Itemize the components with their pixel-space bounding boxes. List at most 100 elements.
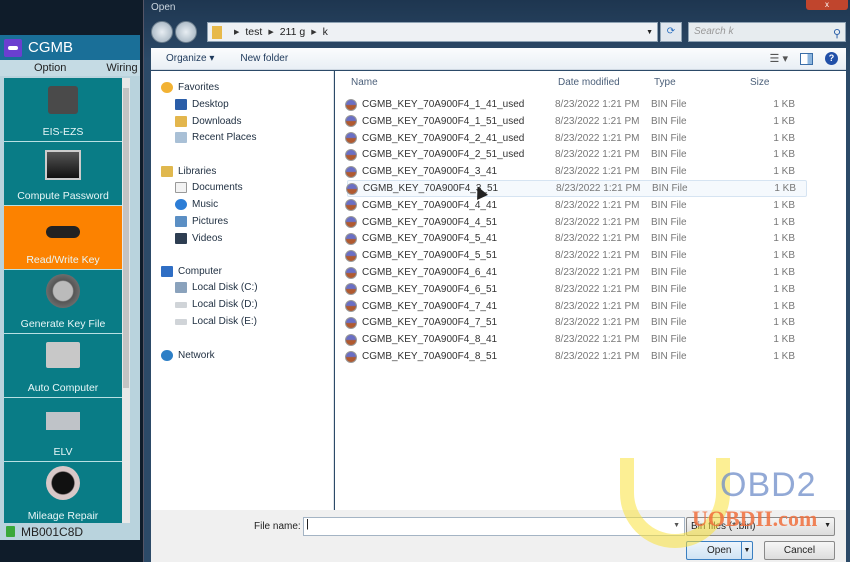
file-row[interactable]: CGMB_KEY_70A900F4_3_51 8/23/2022 1:21 PM B… (346, 180, 807, 197)
tab-wiring[interactable]: Wiring (66, 62, 137, 74)
file-row[interactable]: CGMB_KEY_70A900F4_1_41_used 8/23/2022 1:2… (345, 96, 807, 113)
scrollbar-thumb[interactable] (123, 88, 129, 388)
preview-pane-icon[interactable] (800, 52, 813, 65)
nav-desktop[interactable]: Desktop (175, 99, 229, 110)
chevron-right-icon[interactable]: ▶ (234, 28, 239, 36)
open-file-dialog: Open x ▶ test ▶ 211 g ▶ k ▼ ⟳ Search k ⚲… (143, 0, 850, 562)
chevron-down-icon[interactable]: ▼ (824, 522, 831, 529)
file-row[interactable]: CGMB_KEY_70A900F4_7_41 8/23/2022 1:21 PM B… (345, 298, 807, 315)
libraries-icon (161, 166, 173, 177)
file-name: CGMB_KEY_70A900F4_7_51 (362, 317, 498, 329)
file-date: 8/23/2022 1:21 PM (555, 317, 640, 329)
nav-favorites[interactable]: Favorites (161, 82, 219, 93)
file-row[interactable]: CGMB_KEY_70A900F4_4_41 8/23/2022 1:21 PM B… (345, 197, 807, 214)
function-list-scrollbar[interactable] (122, 78, 130, 525)
file-type: BIN File (651, 317, 687, 329)
new-folder-button[interactable]: New folder (240, 53, 288, 64)
file-name: CGMB_KEY_70A900F4_8_51 (362, 351, 498, 362)
nav-videos[interactable]: Videos (175, 233, 222, 244)
nav-recent-places[interactable]: Recent Places (175, 132, 256, 143)
breadcrumb-211g[interactable]: 211 g (280, 26, 306, 38)
close-button[interactable]: x (806, 0, 848, 10)
function-item-label: Read/Write Key (26, 254, 100, 266)
file-row[interactable]: CGMB_KEY_70A900F4_7_51 8/23/2022 1:21 PM B… (345, 314, 807, 331)
breadcrumb-k[interactable]: k (323, 26, 328, 38)
file-row[interactable]: CGMB_KEY_70A900F4_2_41_used 8/23/2022 1:2… (345, 130, 807, 147)
file-type-filter[interactable]: Bin files (*.bin) ▼ (686, 517, 835, 536)
bin-file-icon (345, 165, 357, 178)
bin-file-icon (345, 283, 357, 296)
file-name: CGMB_KEY_70A900F4_8_41 (362, 334, 498, 346)
tab-option[interactable]: Option (0, 62, 66, 74)
chevron-right-icon[interactable]: ▶ (268, 28, 273, 36)
help-icon[interactable]: ? (825, 52, 838, 65)
file-type: BIN File (651, 300, 687, 312)
address-dropdown-icon[interactable]: ▼ (646, 29, 653, 36)
refresh-button[interactable]: ⟳ (660, 22, 682, 42)
forward-button[interactable] (175, 21, 197, 43)
nav-local-disk-c[interactable]: Local Disk (C:) (175, 282, 258, 293)
file-date: 8/23/2022 1:21 PM (555, 351, 640, 362)
function-item[interactable]: Mileage Repair (4, 462, 122, 525)
column-type[interactable]: Type (654, 77, 676, 88)
disk-icon (175, 301, 187, 308)
change-view-icon[interactable]: ☰ ▾ (770, 52, 788, 65)
cancel-button[interactable]: Cancel (764, 541, 835, 560)
open-button[interactable]: Open ▼ (686, 541, 753, 560)
file-type: BIN File (651, 283, 687, 295)
file-row[interactable]: CGMB_KEY_70A900F4_4_51 8/23/2022 1:21 PM B… (345, 214, 807, 231)
search-input[interactable]: Search k ⚲ (688, 22, 846, 42)
file-type: BIN File (652, 183, 688, 194)
column-date-modified[interactable]: Date modified (558, 77, 620, 88)
file-type: BIN File (651, 166, 687, 178)
breadcrumb-test[interactable]: test (245, 26, 262, 38)
file-row[interactable]: CGMB_KEY_70A900F4_6_51 8/23/2022 1:21 PM B… (345, 281, 807, 298)
chevron-right-icon[interactable]: ▶ (311, 28, 316, 36)
function-item[interactable]: ELV (4, 398, 122, 462)
file-type: BIN File (651, 351, 687, 362)
function-item[interactable]: Generate Key File (4, 270, 122, 334)
file-name: CGMB_KEY_70A900F4_3_51 (363, 183, 499, 194)
file-type: BIN File (651, 199, 687, 211)
function-item[interactable]: Auto Computer (4, 334, 122, 398)
function-item[interactable]: EIS-EZS (4, 78, 122, 142)
app-title: CGMB (28, 39, 73, 56)
file-date: 8/23/2022 1:21 PM (555, 115, 640, 127)
function-item[interactable]: Read/Write Key (4, 206, 122, 270)
nav-computer[interactable]: Computer (161, 266, 222, 277)
folder-icon (212, 25, 222, 39)
file-name-dropdown-icon[interactable]: ▼ (673, 522, 680, 529)
file-row[interactable]: CGMB_KEY_70A900F4_8_51 8/23/2022 1:21 PM B… (345, 348, 807, 365)
function-item[interactable]: Compute Password (4, 142, 122, 206)
file-type: BIN File (651, 99, 687, 110)
nav-documents[interactable]: Documents (175, 182, 243, 193)
open-dropdown-icon[interactable]: ▼ (741, 542, 752, 559)
file-row[interactable]: CGMB_KEY_70A900F4_3_41 8/23/2022 1:21 PM B… (345, 163, 807, 180)
nav-network[interactable]: Network (161, 350, 215, 361)
file-row[interactable]: CGMB_KEY_70A900F4_5_51 8/23/2022 1:21 PM B… (345, 247, 807, 264)
file-date: 8/23/2022 1:21 PM (555, 199, 640, 211)
search-icon[interactable]: ⚲ (833, 25, 841, 43)
organize-button[interactable]: Organize ▾ (166, 53, 214, 64)
column-size[interactable]: Size (750, 77, 769, 88)
nav-pictures[interactable]: Pictures (175, 216, 228, 227)
file-name-input[interactable]: | ▼ (303, 517, 685, 536)
file-row[interactable]: CGMB_KEY_70A900F4_2_51_used 8/23/2022 1:2… (345, 146, 807, 163)
file-row[interactable]: CGMB_KEY_70A900F4_5_41 8/23/2022 1:21 PM B… (345, 230, 807, 247)
file-date: 8/23/2022 1:21 PM (555, 300, 640, 312)
column-name[interactable]: Name (351, 77, 378, 88)
file-row[interactable]: CGMB_KEY_70A900F4_8_41 8/23/2022 1:21 PM B… (345, 331, 807, 348)
back-button[interactable] (151, 21, 173, 43)
car-key-icon (46, 226, 80, 238)
nav-downloads[interactable]: Downloads (175, 116, 241, 127)
file-row[interactable]: CGMB_KEY_70A900F4_6_41 8/23/2022 1:21 PM B… (345, 264, 807, 281)
file-type: BIN File (651, 216, 687, 228)
nav-libraries[interactable]: Libraries (161, 166, 216, 177)
nav-local-disk-d[interactable]: Local Disk (D:) (175, 299, 258, 310)
address-bar[interactable]: ▶ test ▶ 211 g ▶ k ▼ (207, 22, 658, 42)
ecu-icon (46, 342, 80, 368)
app-tabs: Option Wiring (0, 60, 140, 76)
file-row[interactable]: CGMB_KEY_70A900F4_1_51_used 8/23/2022 1:2… (345, 113, 807, 130)
nav-music[interactable]: Music (175, 199, 218, 210)
nav-local-disk-e[interactable]: Local Disk (E:) (175, 316, 257, 327)
